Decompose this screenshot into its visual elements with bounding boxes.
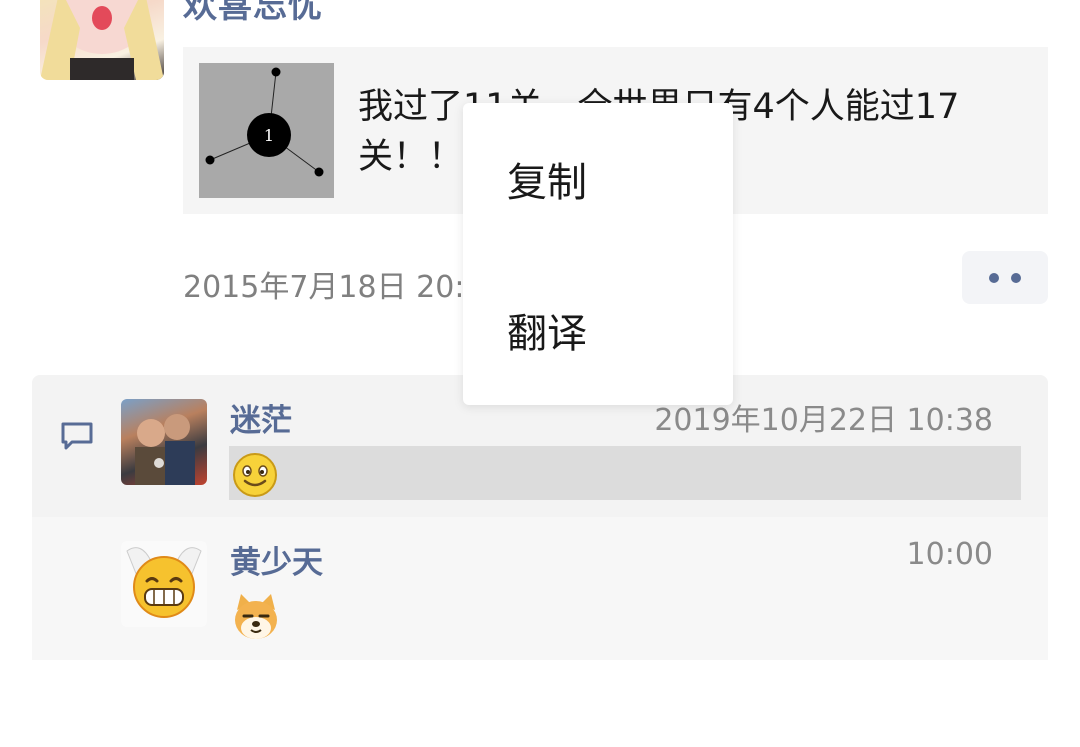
commenter-avatar[interactable] (121, 541, 207, 627)
poster-name[interactable]: 欢喜忘忧 (183, 0, 323, 27)
post-time: 2015年7月18日 20:5 (183, 270, 484, 305)
comment-time: 10:00 (906, 537, 993, 572)
dot-icon (1011, 272, 1021, 283)
translate-menu-item[interactable]: 翻译 (463, 254, 733, 405)
share-thumbnail: 1 (199, 63, 334, 198)
commenter-avatar[interactable] (121, 399, 207, 485)
poster-avatar-image (40, 0, 164, 80)
doge-emoji-icon (231, 592, 281, 642)
dot-icon (989, 272, 999, 283)
commenter-name[interactable]: 迷茫 (230, 395, 292, 440)
comment-icon (60, 421, 96, 453)
poster-avatar[interactable] (40, 0, 164, 80)
comment-highlight[interactable] (229, 446, 1021, 500)
context-menu: 复制 翻译 (463, 103, 733, 405)
more-actions-button[interactable] (962, 251, 1048, 304)
smile-emoji-icon (231, 451, 279, 499)
node-label: 1 (264, 126, 274, 145)
commenter-name[interactable]: 黄少天 (230, 537, 323, 582)
copy-menu-item[interactable]: 复制 (463, 103, 733, 254)
